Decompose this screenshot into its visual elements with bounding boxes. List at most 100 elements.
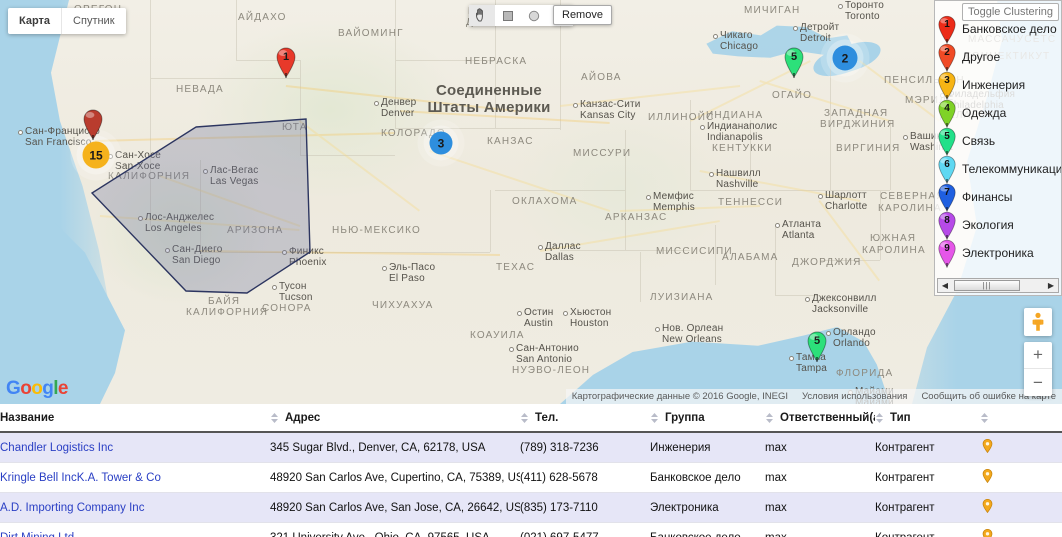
col-name[interactable]: Название — [0, 404, 270, 434]
map-city-dot — [538, 245, 543, 250]
cell-type: Контрагент — [875, 432, 980, 464]
record-name-link[interactable]: A.D. Importing Company Inc — [0, 502, 144, 514]
table-header-row: Название Адрес Тел. Группа Ответственный(ая)… — [0, 404, 1062, 434]
terms-of-use-link[interactable]: Условия использования — [802, 391, 907, 402]
legend-item-4[interactable]: 4 Одежда — [937, 99, 1061, 128]
map-type-map[interactable]: Карта — [8, 8, 62, 34]
column-label: Название — [0, 412, 55, 425]
col-owner[interactable]: Ответственный(ая) — [765, 404, 875, 434]
cell-name[interactable]: A.D. Importing Company Inc — [0, 492, 270, 524]
map-road-segment — [540, 220, 721, 252]
table-row[interactable]: Chandler Logistics Inc 345 Sugar Blvd., D… — [0, 432, 1062, 464]
cluster-san-jose[interactable]: 15 — [82, 141, 110, 169]
legend-pin-icon: 7 — [937, 182, 957, 212]
map-road-segment — [429, 150, 610, 212]
map-attribution-bar: Картографические данные © 2016 Google, I… — [565, 389, 1062, 404]
street-view-pegman[interactable] — [1024, 308, 1052, 336]
map-pin-icon[interactable] — [982, 528, 993, 537]
map-city-dot — [818, 194, 823, 199]
legend-item-5[interactable]: 5 Связь — [937, 126, 1061, 156]
table-header: Название Адрес Тел. Группа Ответственный(ая)… — [0, 404, 1062, 434]
record-name-link[interactable]: Chandler Logistics Inc — [0, 442, 113, 454]
cell-name[interactable]: Dirt Mining Ltd — [0, 522, 270, 537]
col-address[interactable]: Адрес — [270, 404, 520, 434]
legend-item-7[interactable]: 7 Финансы — [937, 182, 1061, 212]
cluster-cleveland[interactable]: 2 — [832, 45, 858, 71]
map-canvas[interactable]: ОРЕГОНАЙДАХОВАЙОМИНГЮЖНАЯДАКОТАМИЧИГАННЕ… — [0, 0, 1062, 404]
table-row[interactable]: Kringle Bell IncK.A. Tower & Co 48920 San… — [0, 462, 1062, 494]
cell-name[interactable]: Kringle Bell IncK.A. Tower & Co — [0, 462, 270, 494]
map-zoom-controls[interactable]: + − — [1024, 342, 1052, 396]
col-group[interactable]: Группа — [650, 404, 765, 434]
col-phone[interactable]: Тел. — [520, 404, 650, 434]
remove-shape-button[interactable]: Remove — [553, 5, 612, 25]
legend-horizontal-scrollbar[interactable]: ◀ ||| ▶ — [937, 278, 1059, 293]
marker-tampa[interactable]: 5 — [806, 330, 828, 362]
map-type-satellite[interactable]: Спутник — [61, 8, 126, 34]
legend-item-3[interactable]: 3 Инженерия — [937, 71, 1061, 100]
records-table-container[interactable]: Название Адрес Тел. Группа Ответственный(ая)… — [0, 404, 1062, 537]
map-road-segment — [95, 132, 396, 142]
legend-pin-icon: 5 — [937, 126, 957, 156]
table-row[interactable]: Dirt Mining Ltd 321 University Ave., Ohio… — [0, 522, 1062, 537]
marker-detroit[interactable]: 5 — [783, 46, 805, 78]
map-legend-panel[interactable]: Toggle Clustering 1 Банковское дело 2 Друго… — [934, 0, 1062, 296]
table-body[interactable]: Chandler Logistics Inc 345 Sugar Blvd., D… — [0, 432, 1062, 537]
legend-pin-number: 4 — [944, 102, 950, 114]
column-label: Группа — [665, 412, 705, 425]
zoom-out-button[interactable]: − — [1024, 369, 1052, 396]
cell-pin[interactable] — [980, 522, 1062, 537]
cell-name[interactable]: Chandler Logistics Inc — [0, 432, 270, 464]
pan-hand-tool[interactable] — [469, 5, 495, 26]
legend-item-9[interactable]: 9 Электроника — [937, 239, 1061, 268]
legend-pin-icon: 1 — [937, 14, 957, 44]
table-row[interactable]: A.D. Importing Company Inc 48920 San Carl… — [0, 492, 1062, 524]
legend-pin-icon: 8 — [937, 210, 957, 240]
record-name-link[interactable]: Kringle Bell IncK.A. Tower & Co — [0, 472, 161, 484]
legend-item-label: Телекоммуникации — [962, 162, 1062, 176]
legend-item-2[interactable]: 2 Другое — [937, 43, 1061, 72]
record-name-link[interactable]: Dirt Mining Ltd — [0, 532, 74, 537]
col-type[interactable]: Тип — [875, 404, 980, 434]
sort-arrows-icon[interactable] — [520, 412, 531, 424]
map-type-switcher[interactable]: Карта Спутник — [8, 8, 126, 34]
zoom-in-button[interactable]: + — [1024, 342, 1052, 369]
legend-item-8[interactable]: 8 Экология — [937, 210, 1061, 240]
legend-scroll-thumb[interactable]: ||| — [954, 280, 1021, 291]
map-city-dot — [646, 195, 651, 200]
map-road-segment — [199, 250, 500, 256]
rectangle-icon — [503, 10, 513, 21]
sort-arrows-icon[interactable] — [980, 412, 991, 424]
legend-item-6[interactable]: 6 Телекоммуникации — [937, 155, 1062, 184]
sort-arrows-icon[interactable] — [765, 412, 776, 424]
legend-items-list[interactable]: 1 Банковское дело 2 Другое 3 Инженерия 4 Одежда… — [935, 15, 1061, 277]
draw-circle-tool[interactable] — [521, 5, 547, 26]
map-city-dot — [18, 130, 23, 135]
cell-type: Контрагент — [875, 492, 980, 524]
legend-scroll-left-arrow[interactable]: ◀ — [938, 279, 952, 292]
map-pin-icon[interactable] — [982, 468, 993, 484]
toggle-clustering-button[interactable]: Toggle Clustering — [962, 3, 1059, 21]
map-city-dot — [655, 327, 660, 332]
cell-group: Банковское дело — [650, 462, 765, 494]
marker-denver[interactable]: 1 — [275, 46, 297, 78]
cell-pin[interactable] — [980, 432, 1062, 464]
legend-scroll-track[interactable]: ||| — [952, 279, 1044, 292]
col-pin[interactable] — [980, 404, 1062, 434]
cluster-colorado[interactable]: 3 — [429, 131, 453, 155]
draw-rectangle-tool[interactable] — [495, 5, 521, 26]
cell-pin[interactable] — [980, 462, 1062, 494]
map-city-dot — [713, 34, 718, 39]
map-road-segment — [159, 175, 300, 227]
map-city-dot — [700, 125, 705, 130]
map-pin-icon[interactable] — [982, 438, 993, 454]
map-roads — [0, 0, 1062, 404]
legend-scroll-right-arrow[interactable]: ▶ — [1044, 279, 1058, 292]
cell-pin[interactable] — [980, 492, 1062, 524]
legend-item-label: Банковское дело — [962, 22, 1057, 36]
sort-arrows-icon[interactable] — [650, 412, 661, 424]
sort-arrows-icon[interactable] — [270, 412, 281, 424]
marker-san-francisco[interactable] — [82, 108, 104, 140]
map-pin-icon[interactable] — [982, 498, 993, 514]
sort-arrows-icon[interactable] — [875, 412, 886, 424]
